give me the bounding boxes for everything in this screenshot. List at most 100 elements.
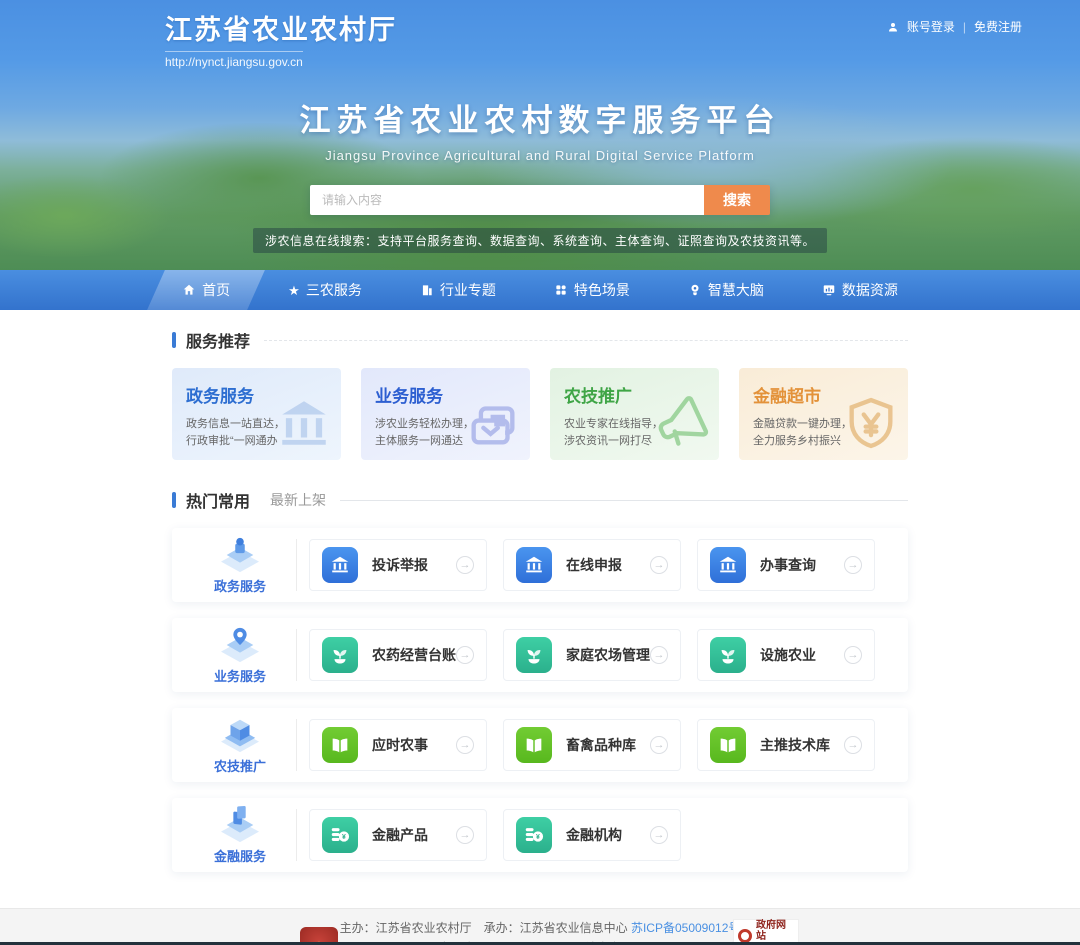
nav-item-industry[interactable]: 行业专题 (394, 270, 522, 310)
megaphone-icon (653, 394, 711, 452)
group-items: ¥ 金融产品 → ¥ 金融机构 → (309, 809, 681, 861)
service-item-online-declare[interactable]: 在线申报 → (503, 539, 681, 591)
tab-hot[interactable]: 热门常用 (186, 488, 250, 512)
group-finance[interactable]: 金融服务 (188, 806, 292, 865)
section-accent-bar (172, 492, 176, 508)
arrow-icon: → (650, 556, 668, 574)
divider (296, 719, 297, 771)
search-input[interactable] (310, 185, 704, 215)
footer: ★ 主办：江苏省农业农村厅 承办：江苏省农业信息中心 苏ICP备05009012… (0, 908, 1080, 945)
arrow-icon: → (456, 826, 474, 844)
main-content: 服务推荐 政务服务 政务信息一站直达，行政审批“一网通办 业务服务 涉农业务轻松… (172, 310, 908, 872)
service-item-pesticide-ledger[interactable]: 农药经营台账 → (309, 629, 487, 681)
bank-icon (322, 547, 358, 583)
service-item-facility-agri[interactable]: 设施农业 → (697, 629, 875, 681)
recommend-cards: 政务服务 政务信息一站直达，行政审批“一网通办 业务服务 涉农业务轻松办理，主体… (172, 368, 908, 460)
icp-link[interactable]: 苏ICP备05009012号 (631, 921, 740, 935)
bank-icon (275, 394, 333, 452)
book-icon (710, 727, 746, 763)
star-icon: ★ (288, 284, 300, 297)
bulb-icon (688, 283, 702, 297)
coins-icon: ¥ (322, 817, 358, 853)
footer-line1: 主办：江苏省农业农村厅 承办：江苏省农业信息中心 苏ICP备05009012号 (0, 918, 1080, 938)
finance-3d-icon (217, 806, 263, 844)
arrow-icon: → (844, 646, 862, 664)
recommend-card-agritech[interactable]: 农技推广 农业专家在线指导，涉农资讯一网打尽 (550, 368, 719, 460)
site-logo[interactable]: 江苏省农业农村厅 http://nynct.jiangsu.gov.cn (165, 8, 397, 71)
group-items: 应时农事 → 畜禽品种库 → 主推技术库 → (309, 719, 875, 771)
svg-text:¥: ¥ (536, 834, 540, 841)
recommend-section-header: 服务推荐 (172, 328, 908, 352)
section-divider-line (340, 500, 908, 501)
bank-icon (516, 547, 552, 583)
arrow-icon: → (456, 736, 474, 754)
sprout-icon (710, 637, 746, 673)
svg-text:¥: ¥ (342, 834, 346, 841)
group-row-agritech: 农技推广 应时农事 → 畜禽品种库 → 主推技术库 → (172, 708, 908, 782)
arrow-icon: → (844, 556, 862, 574)
arrow-icon: → (650, 826, 668, 844)
sprout-icon (322, 637, 358, 673)
register-link[interactable]: 免费注册 (974, 18, 1022, 35)
book-icon (516, 727, 552, 763)
search-hint-wrap: 涉农信息在线搜索：支持平台服务查询、数据查询、系统查询、主体查询、证照查询及农技… (0, 228, 1080, 253)
book-icon (322, 727, 358, 763)
service-item-finance-institutions[interactable]: ¥ 金融机构 → (503, 809, 681, 861)
footer-text: 主办：江苏省农业农村厅 承办：江苏省农业信息中心 苏ICP备05009012号 … (0, 909, 1080, 945)
hero-banner: 江苏省农业农村厅 http://nynct.jiangsu.gov.cn 账号登… (0, 0, 1080, 270)
agritech-3d-icon (217, 716, 263, 754)
arrow-icon: → (456, 646, 474, 664)
site-name: 江苏省农业农村厅 (165, 8, 397, 47)
service-item-seasonal-farming[interactable]: 应时农事 → (309, 719, 487, 771)
nav-item-sannong[interactable]: ★ 三农服务 (262, 270, 388, 310)
tab-newest[interactable]: 最新上架 (270, 490, 326, 510)
top-bar: 江苏省农业农村厅 http://nynct.jiangsu.gov.cn 账号登… (0, 0, 1080, 71)
hot-section-header: 热门常用 最新上架 (172, 488, 908, 512)
nav-item-home[interactable]: 首页 (156, 270, 256, 310)
recommend-card-business[interactable]: 业务服务 涉农业务轻松办理，主体服务一网通达 (361, 368, 530, 460)
section-accent-bar (172, 332, 176, 348)
coins-icon: ¥ (516, 817, 552, 853)
group-agritech[interactable]: 农技推广 (188, 716, 292, 775)
nav-item-data[interactable]: 数据资源 (796, 270, 924, 310)
sprout-icon (516, 637, 552, 673)
service-item-family-farm[interactable]: 家庭农场管理 → (503, 629, 681, 681)
service-item-complaint[interactable]: 投诉举报 → (309, 539, 487, 591)
recommend-card-finance[interactable]: 金融超市 金融贷款一键办理，全力服务乡村振兴 (739, 368, 908, 460)
group-govt[interactable]: 政务服务 (188, 536, 292, 595)
divider (296, 809, 297, 861)
arrow-icon: → (456, 556, 474, 574)
service-item-finance-products[interactable]: ¥ 金融产品 → (309, 809, 487, 861)
shield-yen-icon (842, 394, 900, 452)
nav-item-brain[interactable]: 智慧大脑 (662, 270, 790, 310)
recommend-card-govt[interactable]: 政务服务 政务信息一站直达，行政审批“一网通办 (172, 368, 341, 460)
govt-3d-icon (217, 536, 263, 574)
group-items: 投诉举报 → 在线申报 → 办事查询 → (309, 539, 875, 591)
gov-badge-logo-icon (738, 929, 752, 943)
recommend-section-title: 服务推荐 (186, 328, 250, 352)
group-row-finance: 金融服务 ¥ 金融产品 → ¥ 金融机构 → (172, 798, 908, 872)
service-item-affairs-query[interactable]: 办事查询 → (697, 539, 875, 591)
group-business[interactable]: 业务服务 (188, 626, 292, 685)
service-item-main-tech-db[interactable]: 主推技术库 → (697, 719, 875, 771)
login-link[interactable]: 账号登录 (907, 18, 955, 35)
search-button[interactable]: 搜索 (704, 185, 770, 215)
platform-title: 江苏省农业农村数字服务平台 (0, 95, 1080, 140)
service-item-livestock-db[interactable]: 畜禽品种库 → (503, 719, 681, 771)
home-icon (182, 283, 196, 297)
search-bar: 搜索 (310, 185, 770, 215)
nav-item-scenes[interactable]: 特色场景 (528, 270, 656, 310)
data-icon (822, 283, 836, 297)
arrow-icon: → (650, 646, 668, 664)
group-row-govt: 政务服务 投诉举报 → 在线申报 → 办事查询 → (172, 528, 908, 602)
bank-icon (710, 547, 746, 583)
site-url: http://nynct.jiangsu.gov.cn (165, 51, 303, 69)
section-divider-line (264, 340, 908, 341)
business-3d-icon (217, 626, 263, 664)
message-icon (464, 394, 522, 452)
search-hint: 涉农信息在线搜索：支持平台服务查询、数据查询、系统查询、主体查询、证照查询及农技… (253, 228, 827, 253)
user-icon (887, 21, 899, 33)
main-nav: 首页 ★ 三农服务 行业专题 特色场景 智慧大脑 数据资源 (0, 270, 1080, 310)
group-items: 农药经营台账 → 家庭农场管理 → 设施农业 → (309, 629, 875, 681)
building-icon (420, 283, 434, 297)
